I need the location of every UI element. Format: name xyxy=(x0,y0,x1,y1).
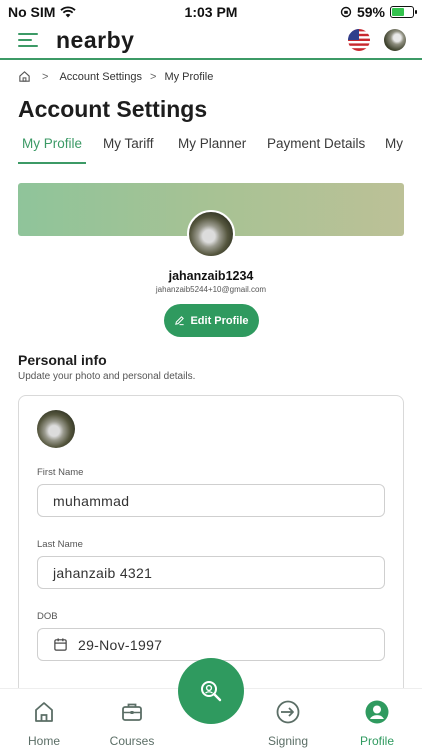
profile-username: jahanzaib1234 xyxy=(168,269,254,283)
nav-profile[interactable]: Profile xyxy=(342,699,412,748)
profile-email: jahanzaib5244+10@gmail.com xyxy=(155,285,267,294)
sign-in-icon xyxy=(253,699,323,725)
nav-profile-label: Profile xyxy=(359,734,394,748)
orientation-lock-icon xyxy=(340,6,352,18)
home-icon xyxy=(9,699,79,725)
personal-info-subtitle: Update your photo and personal details. xyxy=(18,371,196,382)
us-flag-icon[interactable] xyxy=(348,29,370,51)
dob-label: DOB xyxy=(37,611,58,622)
chevron-right-icon: > xyxy=(42,70,49,83)
breadcrumb-account-settings[interactable]: Account Settings xyxy=(59,71,142,83)
battery-icon xyxy=(390,6,417,18)
edit-profile-button[interactable]: Edit Profile xyxy=(164,304,259,337)
nav-courses-label: Courses xyxy=(109,734,155,748)
personal-info-title: Personal info xyxy=(18,352,107,368)
profile-avatar[interactable] xyxy=(187,210,235,258)
profile-icon xyxy=(342,699,412,725)
search-location-icon xyxy=(201,681,222,702)
edit-profile-label: Edit Profile xyxy=(190,314,249,327)
pencil-icon xyxy=(175,316,185,326)
breadcrumb: > Account Settings > My Profile xyxy=(18,70,213,83)
search-location-button[interactable] xyxy=(178,658,244,724)
header-avatar[interactable] xyxy=(384,29,406,51)
tab-my-profile[interactable]: My Profile xyxy=(18,136,87,164)
tab-my-tariff[interactable]: My Tariff xyxy=(103,136,154,164)
tab-bar: My Profile My Tariff My Planner Payment … xyxy=(0,136,422,166)
app-header: nearby xyxy=(0,24,422,60)
hamburger-icon[interactable] xyxy=(18,33,38,49)
briefcase-icon xyxy=(97,699,167,725)
app-logo[interactable]: nearby xyxy=(56,27,134,54)
last-name-label: Last Name xyxy=(37,539,83,550)
dob-field[interactable]: 29-Nov-1997 xyxy=(37,628,385,661)
breadcrumb-my-profile: My Profile xyxy=(164,70,214,83)
nav-home-label: Home xyxy=(27,734,60,748)
chevron-right-icon: > xyxy=(150,70,157,83)
form-avatar[interactable] xyxy=(37,410,75,448)
last-name-field[interactable]: jahanzaib 4321 xyxy=(37,556,385,589)
nav-signing[interactable]: Signing xyxy=(253,699,323,748)
nav-signing-label: Signing xyxy=(267,734,309,748)
first-name-label: First Name xyxy=(37,467,84,478)
first-name-field[interactable]: muhammad xyxy=(37,484,385,517)
nav-home[interactable]: Home xyxy=(9,699,79,748)
nav-courses[interactable]: Courses xyxy=(97,699,167,748)
page-title: Account Settings xyxy=(18,96,208,122)
dob-value: 29-Nov-1997 xyxy=(78,636,163,653)
battery-percent: 59% xyxy=(356,4,385,20)
calendar-icon xyxy=(53,637,68,652)
home-icon[interactable] xyxy=(18,70,31,83)
status-bar: No SIM 1:03 PM 59% xyxy=(0,0,422,24)
tab-payment-details[interactable]: Payment Details xyxy=(267,136,365,164)
tab-my-planner[interactable]: My Planner xyxy=(178,136,246,164)
tab-my-more[interactable]: My xyxy=(385,136,403,164)
